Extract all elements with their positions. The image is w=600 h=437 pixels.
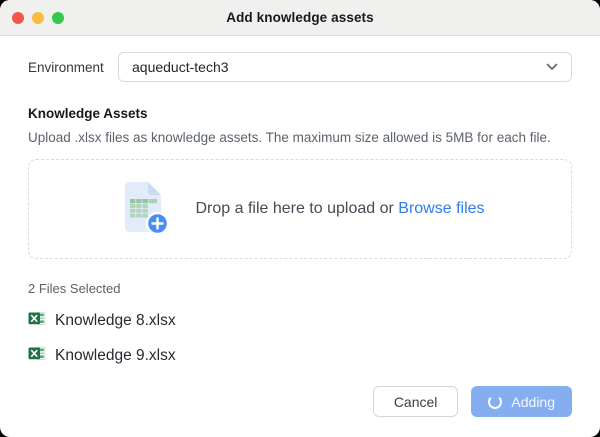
dialog-footer: Cancel Adding xyxy=(0,386,600,437)
close-button[interactable] xyxy=(12,12,24,24)
file-dropzone[interactable]: Drop a file here to upload or Browse fil… xyxy=(28,159,572,259)
excel-file-icon xyxy=(28,346,46,366)
knowledge-assets-heading: Knowledge Assets xyxy=(28,106,572,121)
knowledge-assets-description: Upload .xlsx files as knowledge assets. … xyxy=(28,130,572,145)
cancel-button[interactable]: Cancel xyxy=(373,386,459,417)
file-row: Knowledge 8.xlsx xyxy=(28,311,572,331)
chevron-down-icon xyxy=(546,63,558,71)
window-title: Add knowledge assets xyxy=(226,10,374,25)
file-name: Knowledge 8.xlsx xyxy=(55,312,176,330)
dropzone-text: Drop a file here to upload or Browse fil… xyxy=(195,200,484,218)
traffic-lights xyxy=(12,0,64,35)
add-knowledge-assets-dialog: Add knowledge assets Environment aqueduc… xyxy=(0,0,600,437)
zoom-button[interactable] xyxy=(52,12,64,24)
minimize-button[interactable] xyxy=(32,12,44,24)
file-name: Knowledge 9.xlsx xyxy=(55,347,176,365)
spinner-icon xyxy=(488,395,502,409)
excel-file-icon xyxy=(28,311,46,331)
spreadsheet-upload-icon xyxy=(115,177,173,242)
browse-files-link[interactable]: Browse files xyxy=(398,200,484,217)
environment-row: Environment aqueduct-tech3 xyxy=(28,52,572,82)
file-row: Knowledge 9.xlsx xyxy=(28,346,572,366)
dialog-content: Environment aqueduct-tech3 Knowledge Ass… xyxy=(0,36,600,386)
dropzone-prompt: Drop a file here to upload or xyxy=(195,200,393,217)
title-bar: Add knowledge assets xyxy=(0,0,600,36)
files-selected-count: 2 Files Selected xyxy=(28,281,572,296)
environment-select-value: aqueduct-tech3 xyxy=(132,59,229,75)
environment-select[interactable]: aqueduct-tech3 xyxy=(118,52,572,82)
environment-label: Environment xyxy=(28,60,118,75)
adding-button[interactable]: Adding xyxy=(471,386,572,417)
adding-button-label: Adding xyxy=(511,394,555,410)
